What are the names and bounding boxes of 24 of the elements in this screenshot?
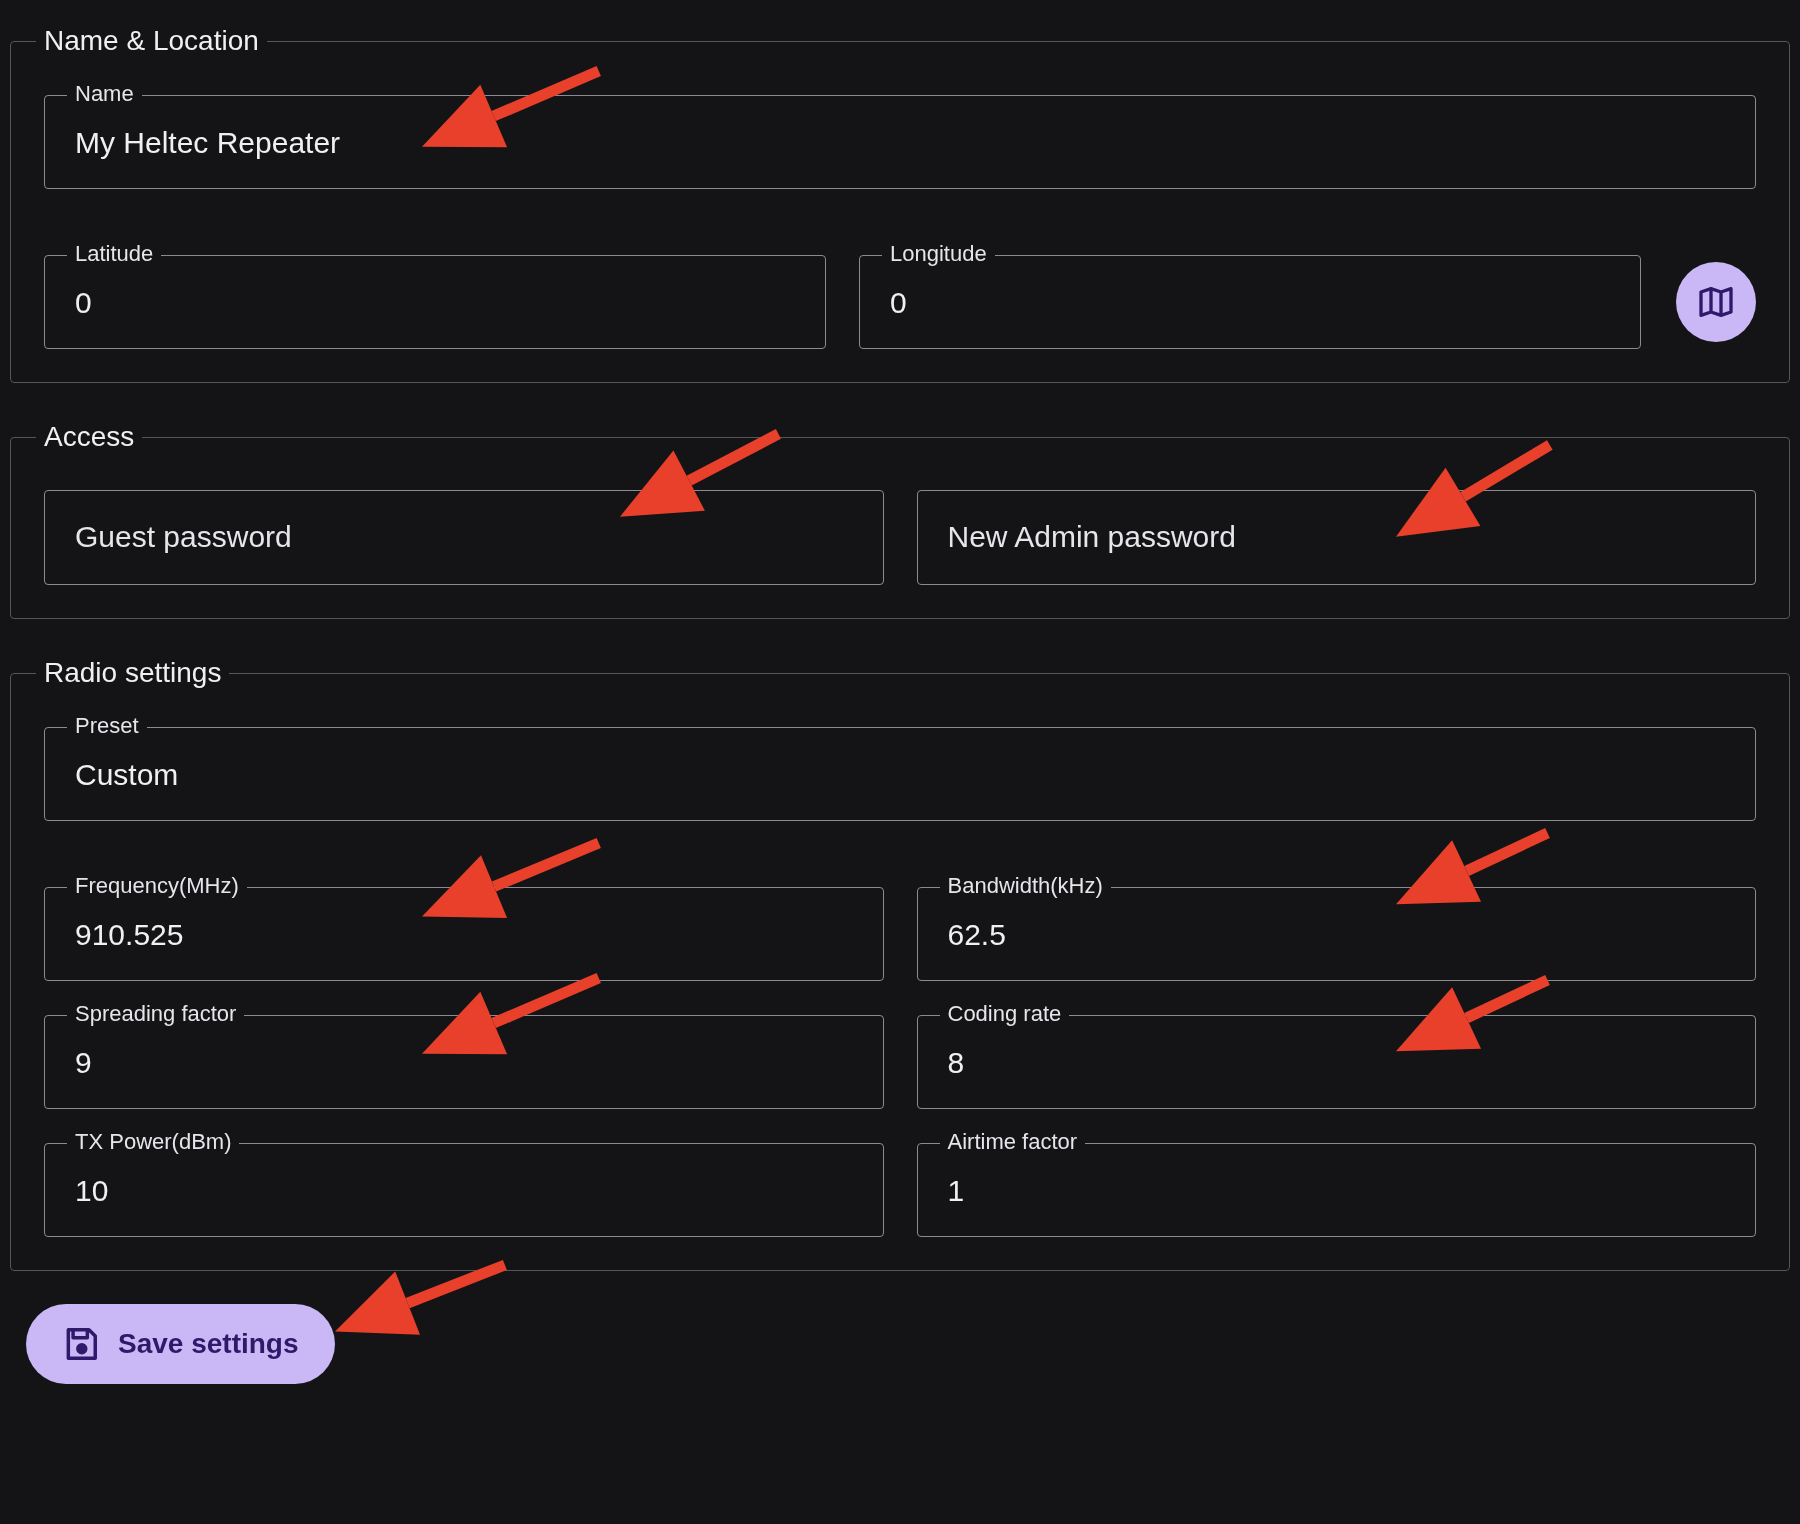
input-field[interactable]: 1 (947, 1157, 1725, 1225)
section-title: Name & Location (44, 25, 259, 56)
field-label: Longitude (890, 241, 987, 266)
input-field[interactable]: Custom (75, 741, 1725, 809)
input-field[interactable]: My Heltec Repeater (75, 109, 1725, 177)
input-field[interactable]: 9 (75, 1029, 853, 1097)
field-label: Preset (75, 713, 139, 738)
input-field[interactable]: 0 (890, 269, 1610, 337)
input-field[interactable]: 8 (947, 1029, 1725, 1097)
input-field[interactable]: 62.5 (947, 901, 1725, 969)
field-label: Airtime factor (947, 1129, 1078, 1154)
field-label: Bandwidth(kHz) (947, 873, 1103, 898)
input-field[interactable]: 910.525 (75, 901, 853, 969)
field-label: Frequency(MHz) (75, 873, 239, 898)
input-field[interactable]: 10 (75, 1157, 853, 1225)
section-title: Radio settings (44, 657, 222, 688)
field-label: Spreading factor (75, 1001, 237, 1026)
field-label: TX Power(dBm) (75, 1129, 232, 1154)
save-button[interactable]: Save settings (26, 1304, 335, 1384)
field-label: Name (75, 81, 134, 106)
input-field[interactable]: 0 (75, 269, 795, 337)
field-label: Latitude (75, 241, 154, 266)
field-label: Coding rate (947, 1001, 1062, 1026)
section-title: Access (44, 421, 135, 452)
